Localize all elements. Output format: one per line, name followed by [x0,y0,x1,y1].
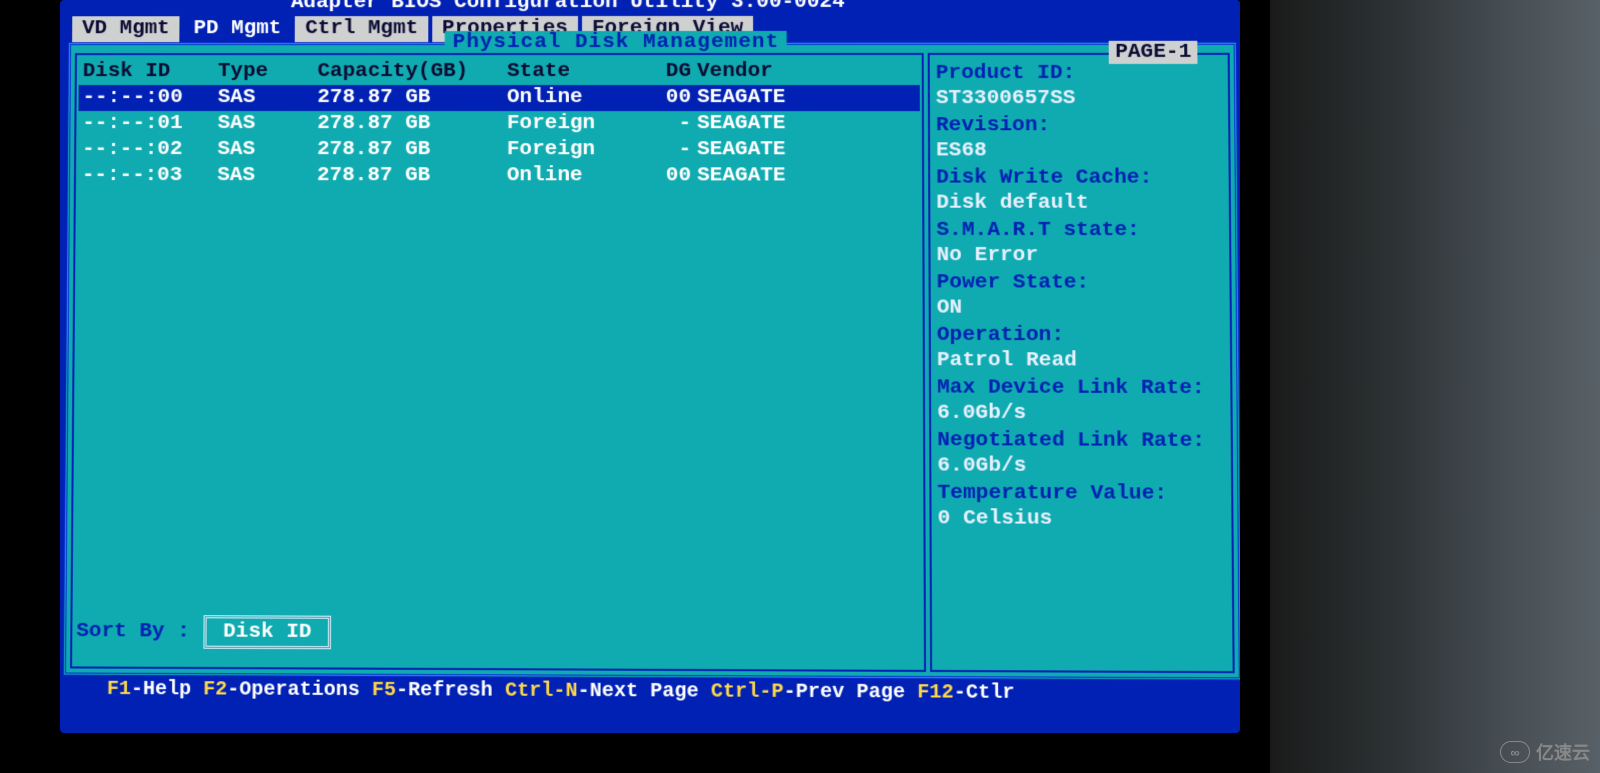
col-header-state: State [507,59,647,85]
disk-id: --:--:00 [78,85,217,111]
disk-vendor: SEAGATE [697,111,817,137]
menu-item-ctrl-mgmt[interactable]: Ctrl Mgmt [295,16,428,42]
hotkey-action: -Help [131,678,203,702]
disk-capacity: 278.87 GB [317,137,507,163]
sort-by-field[interactable]: Disk ID [204,615,331,649]
prop-label: Temperature Value: [937,481,1225,507]
prop-label: Max Device Link Rate: [937,375,1224,401]
col-header-id: Disk ID [79,59,218,85]
table-row[interactable]: --:--:00SAS278.87 GBOnline00SEAGATE [78,85,919,111]
table-row[interactable]: --:--:02SAS278.87 GBForeign-SEAGATE [78,137,920,163]
disk-vendor: SEAGATE [697,137,817,163]
disk-dg: 00 [647,163,697,189]
hotkey-action: -Refresh [396,679,505,703]
prop-label: Operation: [937,323,1224,349]
disk-state: Foreign [507,137,647,163]
sort-by-label: Sort By : [76,620,190,644]
disk-table-panel: Disk ID Type Capacity(GB) State DG Vendo… [70,53,926,672]
prop-label: Disk Write Cache: [936,165,1223,190]
disk-state: Foreign [507,111,647,137]
menu-item-vd-mgmt[interactable]: VD Mgmt [72,16,180,42]
prop-value: No Error [936,243,1223,269]
prop-value: 6.0Gb/s [937,401,1224,427]
disk-vendor: SEAGATE [697,163,817,189]
prop-value: 6.0Gb/s [937,453,1225,479]
disk-dg: - [647,111,697,137]
table-header: Disk ID Type Capacity(GB) State DG Vendo… [79,59,920,85]
disk-dg: 00 [647,85,697,111]
col-header-capacity: Capacity(GB) [317,59,507,85]
table-row[interactable]: --:--:03SAS278.87 GBOnline00SEAGATE [78,163,920,190]
prop-label: Product ID: [936,61,1222,86]
disk-id: --:--:03 [78,163,218,189]
bios-screen: Adapter BIOS Configuration Utility 3.00-… [60,0,1240,733]
monitor-frame: Adapter BIOS Configuration Utility 3.00-… [40,0,1260,773]
hotkey-key: Ctrl-P [711,680,784,704]
disk-id: --:--:01 [78,111,217,137]
hotkey-key: F2 [203,678,227,701]
disk-capacity: 278.87 GB [317,85,507,111]
prop-value: ES68 [936,138,1222,163]
disk-capacity: 278.87 GB [317,163,507,189]
disk-state: Online [507,163,647,189]
disk-capacity: 278.87 GB [317,111,507,137]
watermark-text: 亿速云 [1536,739,1590,765]
main-frame: Physical Disk Management Disk ID Type Ca… [63,42,1240,681]
background-wall [1270,0,1600,773]
hotkey-action: -Next Page [577,680,710,704]
prop-value: Disk default [936,191,1223,216]
table-row[interactable]: --:--:01SAS278.87 GBForeign-SEAGATE [78,111,920,137]
watermark: ∞ 亿速云 [1500,739,1590,765]
frame-title: Physical Disk Management [445,31,787,54]
app-title: Adapter BIOS Configuration Utility 3.00-… [62,0,1240,16]
hotkey-action: -Prev Page [784,681,918,705]
prop-value: ST3300657SS [936,86,1222,111]
disk-state: Online [507,85,647,111]
hotkey-action: -Ctlr [954,681,1015,705]
hotkey-action: -Operations [227,678,372,702]
prop-label: Revision: [936,113,1222,138]
disk-id: --:--:02 [78,137,217,163]
prop-value: 0 Celsius [938,506,1226,532]
disk-type: SAS [217,163,317,189]
disk-dg: - [647,137,697,163]
page-badge: PAGE-1 [1109,41,1197,64]
prop-value: Patrol Read [937,348,1224,374]
hotkey-key: F5 [372,679,396,702]
col-header-vendor: Vendor [697,59,817,85]
menu-item-pd-mgmt[interactable]: PD Mgmt [184,16,292,42]
disk-type: SAS [218,85,318,111]
hotkey-key: F12 [917,681,954,705]
disk-vendor: SEAGATE [697,85,817,111]
col-header-dg: DG [647,59,697,85]
footer-hotkeys: F1-Help F2-Operations F5-Refresh Ctrl-N-… [60,676,1240,710]
col-header-type: Type [218,59,318,85]
prop-label: Negotiated Link Rate: [937,428,1225,454]
disk-type: SAS [218,111,318,137]
watermark-icon: ∞ [1500,741,1530,763]
hotkey-key: Ctrl-N [505,679,578,703]
prop-label: Power State: [937,270,1224,296]
prop-label: S.M.A.R.T state: [936,218,1223,244]
hotkey-key: F1 [107,678,131,701]
disk-details-panel: PAGE-1 Product ID:ST3300657SSRevision:ES… [928,53,1235,673]
prop-value: ON [937,295,1224,321]
disk-type: SAS [217,137,317,163]
